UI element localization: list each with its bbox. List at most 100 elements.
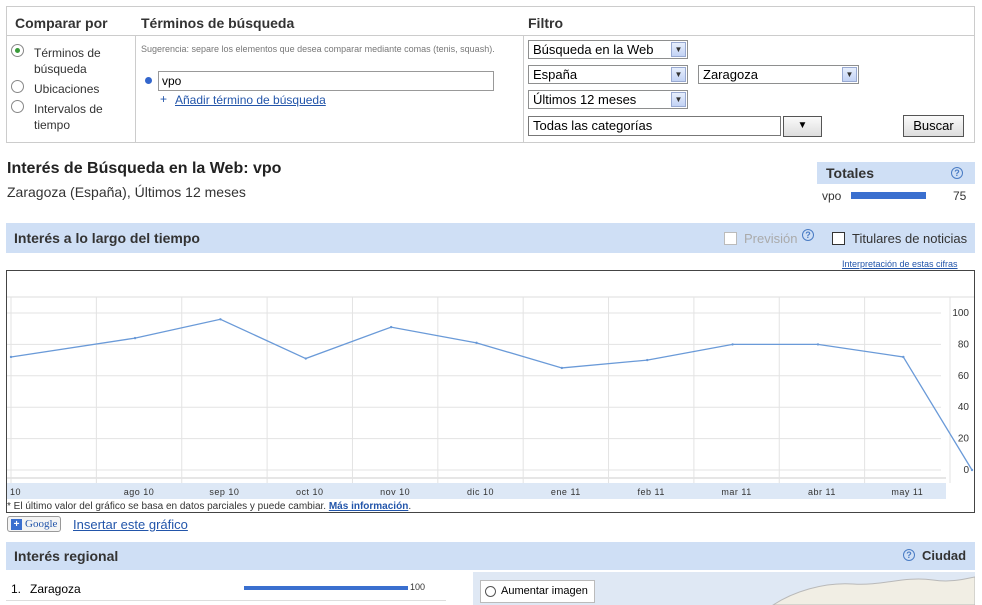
data-point bbox=[970, 468, 974, 472]
regional-level-label: Ciudad bbox=[922, 548, 967, 563]
search-button[interactable]: Buscar bbox=[903, 115, 964, 137]
region-value: Zaragoza bbox=[703, 67, 758, 82]
terms-header: Términos de búsqueda bbox=[141, 15, 295, 31]
time-section-title: Interés a lo largo del tiempo bbox=[14, 230, 200, 246]
totals-header: Totales bbox=[826, 165, 874, 181]
x-tick-label: oct 10 bbox=[296, 487, 324, 497]
chevron-down-icon: ▼ bbox=[842, 67, 857, 82]
data-point bbox=[304, 357, 307, 360]
time-section-header: Interés a lo largo del tiempo Previsión … bbox=[6, 223, 975, 253]
plus-icon: + bbox=[11, 518, 22, 530]
compare-radio-locations[interactable] bbox=[11, 80, 24, 93]
column-divider bbox=[135, 35, 136, 142]
data-point bbox=[9, 355, 13, 359]
compare-radio-terms[interactable] bbox=[11, 44, 24, 57]
partial-data-note: * El último valor del gráfico se basa en… bbox=[7, 501, 412, 512]
data-point bbox=[646, 358, 649, 362]
add-term-plus-icon: + bbox=[160, 92, 168, 106]
regional-bar-track bbox=[244, 586, 408, 590]
x-tick-label: abr 11 bbox=[808, 487, 836, 497]
regional-bar bbox=[244, 586, 408, 590]
compare-header: Comparar por bbox=[15, 15, 108, 31]
search-type-select[interactable]: Búsqueda en la Web ▼ bbox=[528, 40, 688, 59]
more-info-link[interactable]: Más información bbox=[329, 501, 408, 512]
x-tick-label: dic 10 bbox=[467, 487, 494, 497]
regional-row: 1. Zaragoza 100 bbox=[6, 576, 446, 601]
zoom-map-label: Aumentar imagen bbox=[501, 585, 588, 597]
totals-term: vpo bbox=[822, 189, 842, 203]
compare-label-locations: Ubicaciones bbox=[34, 82, 100, 96]
category-value: Todas las categorías bbox=[533, 118, 653, 133]
filter-header: Filtro bbox=[528, 15, 563, 31]
data-point bbox=[731, 343, 734, 346]
period-select[interactable]: Últimos 12 meses ▼ bbox=[528, 90, 688, 109]
totals-bar-track bbox=[851, 192, 951, 199]
data-point bbox=[219, 318, 222, 321]
x-tick-label: nov 10 bbox=[380, 487, 410, 497]
help-icon[interactable]: ? bbox=[802, 229, 814, 241]
data-point bbox=[560, 366, 564, 370]
x-tick-label: mar 11 bbox=[721, 487, 751, 497]
period-value: Últimos 12 meses bbox=[533, 92, 637, 107]
chevron-down-icon: ▼ bbox=[671, 67, 686, 82]
data-point bbox=[816, 343, 820, 346]
totals-header-bar: Totales ? bbox=[817, 162, 975, 184]
regional-section-title: Interés regional bbox=[14, 548, 119, 564]
hint-text: Sugerencia: separe los elementos que des… bbox=[141, 44, 495, 54]
data-point bbox=[133, 336, 137, 340]
chevron-down-icon: ▼ bbox=[671, 92, 686, 107]
series-line-vpo bbox=[10, 318, 973, 471]
country-select[interactable]: España ▼ bbox=[528, 65, 688, 84]
news-label: Titulares de noticias bbox=[852, 231, 968, 246]
forecast-checkbox[interactable] bbox=[724, 232, 737, 245]
x-tick-label: sep 10 bbox=[209, 487, 239, 497]
term-bullet-icon bbox=[145, 77, 152, 84]
news-checkbox[interactable] bbox=[832, 232, 845, 245]
compare-radio-time[interactable] bbox=[11, 100, 24, 113]
x-tick-label: may 11 bbox=[891, 487, 923, 497]
help-icon[interactable]: ? bbox=[903, 549, 915, 561]
x-tick-label: ago 10 bbox=[124, 487, 155, 497]
results-title: Interés de Búsqueda en la Web: vpo bbox=[7, 160, 282, 177]
data-point bbox=[389, 325, 393, 329]
results-subtitle: Zaragoza (España), Últimos 12 meses bbox=[7, 184, 246, 200]
zoom-map-button[interactable]: Aumentar imagen bbox=[480, 580, 595, 603]
compare-label-time: Intervalos de tiempo bbox=[34, 102, 103, 132]
data-point bbox=[475, 341, 478, 345]
zoom-icon bbox=[485, 586, 496, 597]
y-tick-label: 80 bbox=[958, 339, 970, 350]
search-type-value: Búsqueda en la Web bbox=[533, 42, 654, 57]
regional-section-header: Interés regional ? Ciudad bbox=[6, 542, 975, 570]
map-land-shape bbox=[772, 576, 975, 605]
chevron-down-icon: ▼ bbox=[671, 42, 686, 57]
y-tick-label: 100 bbox=[952, 308, 969, 319]
totals-bar bbox=[851, 192, 926, 199]
category-dropdown-button[interactable]: ▼ bbox=[783, 116, 822, 137]
embed-chart-link[interactable]: Insertar este gráfico bbox=[73, 517, 188, 532]
y-tick-label: 20 bbox=[958, 434, 970, 445]
interpretation-link[interactable]: Interpretación de estas cifras bbox=[842, 259, 958, 269]
y-tick-label: 40 bbox=[958, 402, 970, 413]
x-tick-label: ene 11 bbox=[551, 487, 581, 497]
x-tick-label: feb 11 bbox=[638, 487, 665, 497]
search-term-input[interactable] bbox=[158, 71, 494, 91]
add-to-google-badge[interactable]: + Google bbox=[7, 516, 62, 532]
regional-rank: 1. bbox=[11, 582, 22, 596]
regional-value: 100 bbox=[410, 582, 426, 592]
regional-name: Zaragoza bbox=[30, 582, 81, 596]
add-term-link[interactable]: Añadir término de búsqueda bbox=[175, 93, 326, 107]
search-panel: Comparar por Términos de búsqueda Filtro… bbox=[6, 6, 975, 143]
totals-value: 75 bbox=[953, 189, 967, 203]
compare-label-terms: Términos de búsqueda bbox=[34, 46, 101, 76]
y-tick-label: 0 bbox=[963, 465, 969, 476]
help-icon[interactable]: ? bbox=[951, 167, 963, 179]
x-tick-label: 10 bbox=[10, 487, 21, 497]
partial-data-text: * El último valor del gráfico se basa en… bbox=[7, 501, 327, 512]
data-point bbox=[902, 355, 905, 359]
forecast-label: Previsión bbox=[744, 231, 798, 246]
region-select[interactable]: Zaragoza ▼ bbox=[698, 65, 859, 84]
category-input[interactable]: Todas las categorías bbox=[528, 116, 781, 136]
region-map[interactable]: Aumentar imagen bbox=[473, 572, 975, 605]
interest-chart-svg: 100 80 60 40 20 0 10 ago 10 sep 10 oct 10 nov 10 di… bbox=[7, 296, 974, 499]
panel-divider bbox=[7, 35, 974, 36]
